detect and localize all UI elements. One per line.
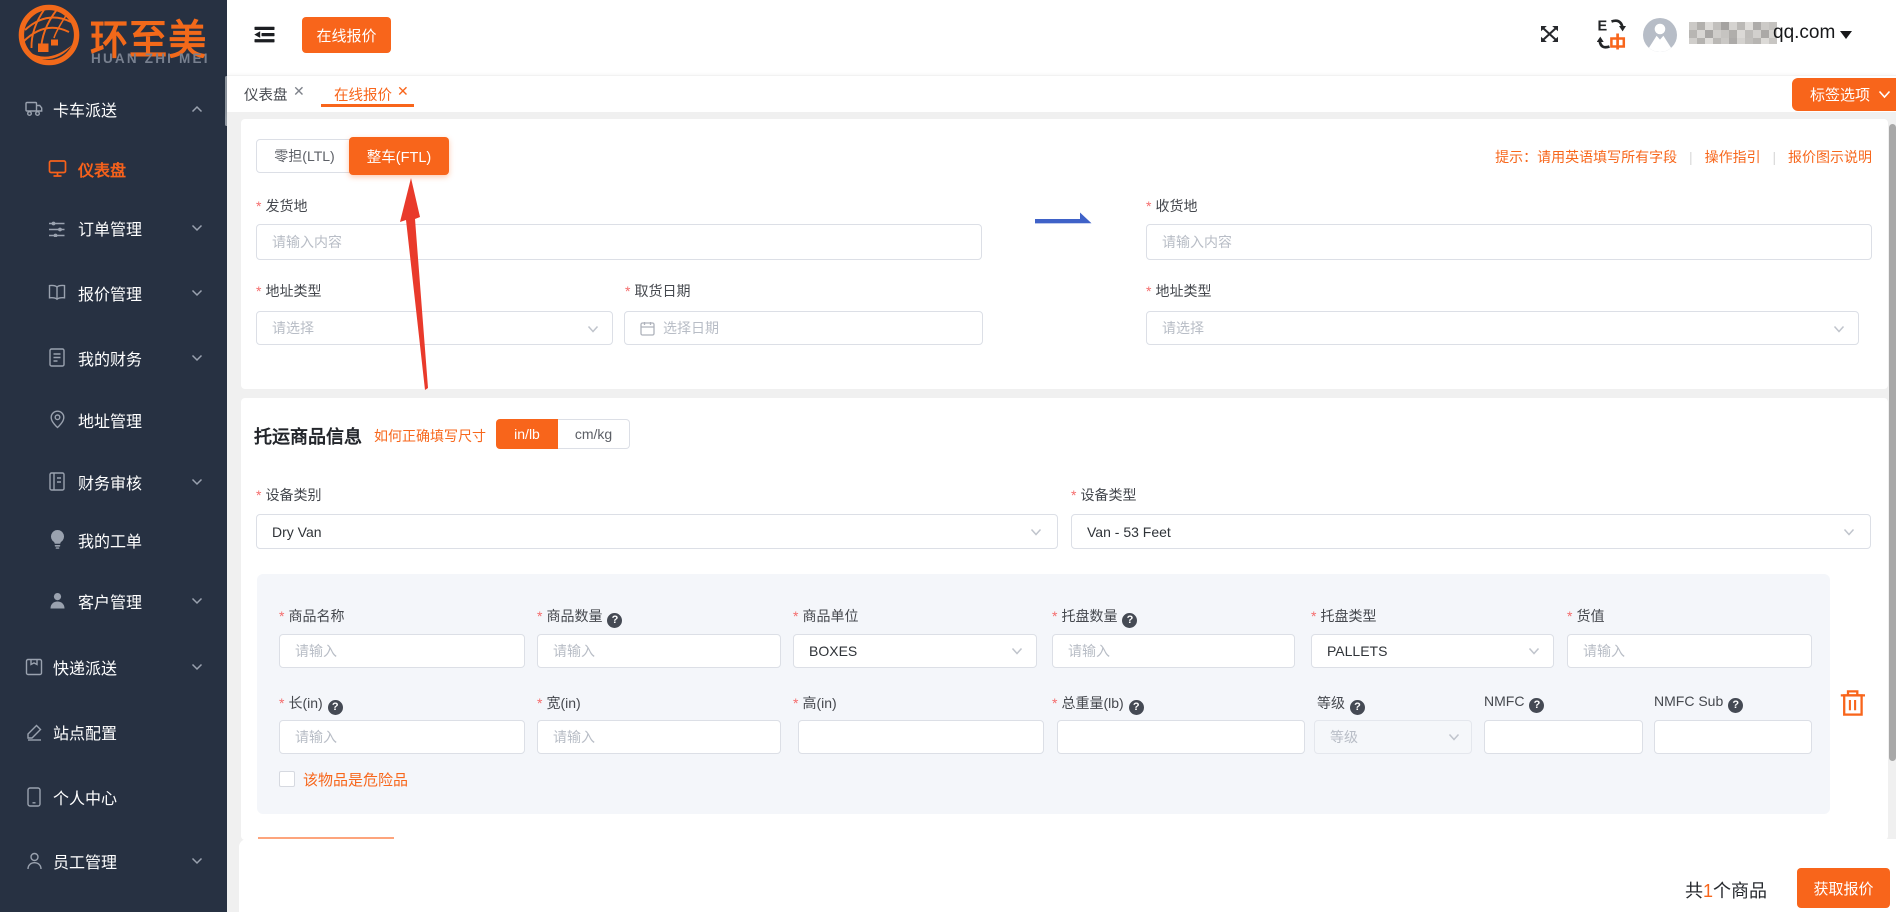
svg-text:E: E bbox=[1598, 19, 1608, 35]
